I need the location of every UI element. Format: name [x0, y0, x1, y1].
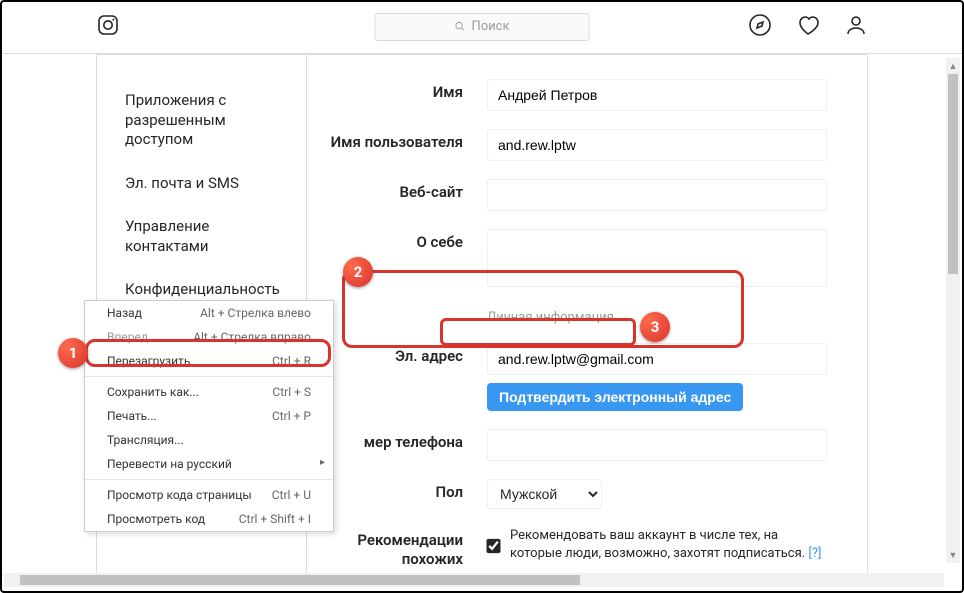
- bio-input[interactable]: [487, 229, 827, 287]
- context-menu-label: Вперед: [107, 330, 148, 344]
- sidebar-item-apps[interactable]: Приложения с разрешенным доступом: [97, 79, 306, 162]
- gender-label: Пол: [307, 479, 487, 501]
- vertical-scrollbar[interactable]: ▲ ▼: [946, 58, 960, 563]
- bio-label: О себе: [307, 229, 487, 251]
- context-menu-label: Печать...: [107, 409, 157, 423]
- top-bar: Поиск: [0, 0, 964, 54]
- phone-label: мер телефона: [307, 429, 487, 451]
- context-menu-shortcut: Alt + Стрелка влево: [200, 306, 311, 320]
- scroll-down-icon[interactable]: ▼: [946, 547, 960, 563]
- context-menu-label: Сохранить как...: [107, 385, 199, 399]
- context-menu-shortcut: Ctrl + S: [272, 385, 311, 399]
- horizontal-scroll-thumb[interactable]: [20, 575, 580, 585]
- website-label: Веб-сайт: [307, 179, 487, 201]
- form-area: Имя Имя пользователя Веб-сайт О себе Лич…: [307, 55, 867, 586]
- explore-icon[interactable]: [748, 13, 772, 41]
- context-menu-shortcut: Ctrl + P: [272, 409, 311, 423]
- context-menu-item[interactable]: Печать... Ctrl + P: [85, 404, 333, 428]
- instagram-logo[interactable]: [96, 13, 120, 41]
- context-menu-item[interactable]: Перевести на русский: [85, 452, 333, 476]
- context-menu-shortcut: Alt + Стрелка вправо: [193, 330, 311, 344]
- search-input[interactable]: Поиск: [375, 13, 590, 41]
- context-menu-label: Назад: [107, 306, 142, 320]
- context-menu-label: Трансляция...: [107, 433, 184, 447]
- horizontal-scrollbar[interactable]: [4, 573, 944, 587]
- context-menu-item[interactable]: Трансляция...: [85, 428, 333, 452]
- search-icon: [454, 21, 465, 32]
- recommendations-help-link[interactable]: [?]: [808, 546, 821, 561]
- scroll-up-icon[interactable]: ▲: [946, 58, 960, 74]
- email-label: Эл. адрес: [307, 343, 487, 365]
- step-badge-3: 3: [640, 312, 670, 342]
- confirm-email-button[interactable]: Подтвердить электронный адрес: [487, 383, 743, 411]
- context-menu-label: Просмотр кода страницы: [107, 488, 252, 502]
- step-badge-2: 2: [343, 257, 373, 287]
- recommendations-text: Рекомендовать ваш аккаунт в числе тех, н…: [510, 527, 827, 563]
- context-menu-item[interactable]: Назад Alt + Стрелка влево: [85, 301, 333, 325]
- context-menu-item: Вперед Alt + Стрелка вправо: [85, 325, 333, 349]
- context-menu-shortcut: Ctrl + Shift + I: [239, 512, 311, 526]
- email-input[interactable]: [487, 343, 827, 375]
- context-menu-separator: [85, 479, 333, 480]
- context-menu-separator: [85, 376, 333, 377]
- sidebar-item-contacts[interactable]: Управление контактами: [97, 205, 306, 268]
- profile-icon[interactable]: [844, 13, 868, 41]
- context-menu-label: Перезагрузить: [107, 354, 190, 368]
- private-info-heading: Личная информация: [487, 310, 614, 325]
- heart-icon[interactable]: [796, 13, 820, 41]
- phone-input[interactable]: [487, 429, 827, 461]
- sidebar-item-email-sms[interactable]: Эл. почта и SMS: [97, 162, 306, 206]
- username-label: Имя пользователя: [307, 129, 487, 151]
- vertical-scroll-thumb[interactable]: [948, 74, 958, 274]
- context-menu-item[interactable]: Просмотреть код Ctrl + Shift + I: [85, 507, 333, 531]
- context-menu-shortcut: Ctrl + U: [272, 488, 311, 502]
- context-menu-label: Просмотреть код: [107, 512, 205, 526]
- context-menu-shortcut: Ctrl + R: [272, 354, 311, 368]
- gender-select[interactable]: Мужской: [487, 479, 602, 509]
- name-input[interactable]: [487, 79, 827, 111]
- step-badge-1: 1: [58, 338, 88, 368]
- context-menu-item[interactable]: Перезагрузить Ctrl + R: [85, 349, 333, 373]
- name-label: Имя: [307, 79, 487, 101]
- context-menu-label: Перевести на русский: [107, 457, 232, 471]
- search-placeholder: Поиск: [471, 19, 509, 34]
- username-input[interactable]: [487, 129, 827, 161]
- website-input[interactable]: [487, 179, 827, 211]
- context-menu-item[interactable]: Просмотр кода страницы Ctrl + U: [85, 483, 333, 507]
- recommendations-checkbox[interactable]: [486, 527, 500, 565]
- context-menu: Назад Alt + Стрелка влево Вперед Alt + Стре…: [84, 300, 334, 532]
- context-menu-item[interactable]: Сохранить как... Ctrl + S: [85, 380, 333, 404]
